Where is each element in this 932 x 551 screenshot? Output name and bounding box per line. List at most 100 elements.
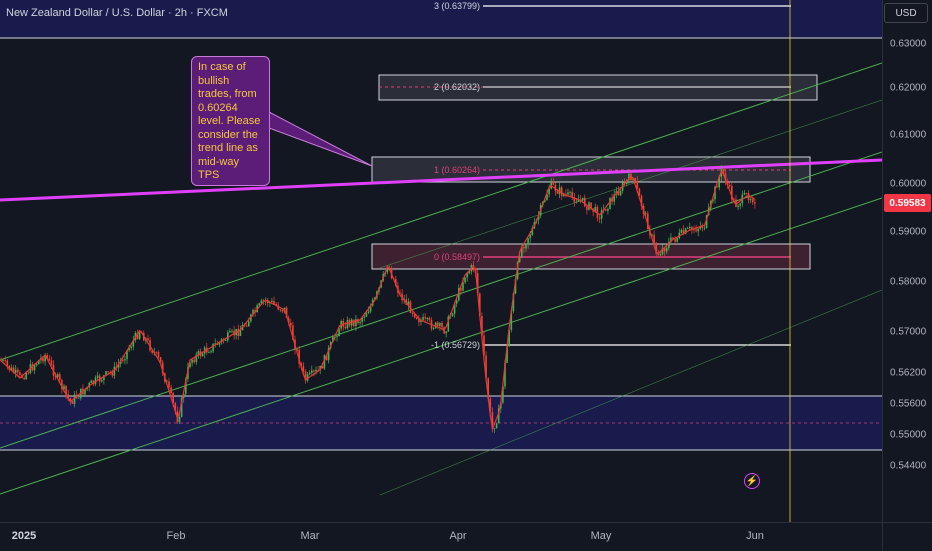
candle-body <box>2 360 4 362</box>
candle-body <box>527 238 529 245</box>
candle-body <box>451 313 454 316</box>
candle-body <box>581 197 584 201</box>
candle-body <box>359 321 361 324</box>
annotation-callout[interactable]: In case of bullish trades, from 0.60264 … <box>191 56 270 186</box>
candle-body <box>122 360 124 361</box>
candle-body <box>355 319 357 327</box>
candle-body <box>111 372 114 376</box>
last-price-badge: 0.59583 <box>884 194 931 212</box>
candle-body <box>313 370 315 372</box>
currency-button[interactable]: USD <box>884 3 928 23</box>
candle-body <box>344 326 347 329</box>
price-label: 0.59000 <box>890 226 927 238</box>
candle-body <box>586 206 588 210</box>
candle-body <box>523 246 525 249</box>
price-label: 0.55600 <box>890 398 927 410</box>
channel-lower-inner <box>379 289 882 496</box>
candle-body <box>178 416 181 422</box>
candle-body <box>743 193 746 195</box>
candle-body <box>170 387 172 394</box>
candle-body <box>752 199 754 203</box>
fib-label-2: 2 (0.62032) <box>433 82 480 92</box>
fib-label-1: 1 (0.60264) <box>433 165 480 175</box>
candle-body <box>680 229 683 233</box>
candle-body <box>290 322 292 326</box>
chart-area[interactable]: New Zealand Dollar / U.S. Dollar · 2h · … <box>0 0 882 522</box>
candle-body <box>607 208 609 211</box>
candle-body <box>6 360 9 366</box>
candle-body <box>634 178 636 181</box>
candle-body <box>598 217 601 219</box>
fib-label-3: 3 (0.63799) <box>433 1 480 11</box>
callout-pointer <box>268 111 373 167</box>
candle-body <box>33 365 36 371</box>
candle-body <box>363 316 366 318</box>
price-scale[interactable]: 0.63000 0.62000 0.61000 0.60000 0.59000 … <box>882 0 932 522</box>
candle-body <box>14 369 17 373</box>
candle-body <box>386 270 389 273</box>
candle-body <box>426 317 429 319</box>
candle-body <box>754 202 756 204</box>
candle-body <box>130 346 132 348</box>
candle-body <box>439 322 441 327</box>
candle-body <box>25 372 27 380</box>
price-label: 0.56200 <box>890 367 927 379</box>
candle-body <box>428 317 431 320</box>
candle-body <box>674 239 676 242</box>
candle-body <box>659 254 662 256</box>
price-label: 0.63000 <box>890 38 927 50</box>
candle-body <box>569 191 571 193</box>
time-scale[interactable]: 2025 Feb Mar Apr May Jun <box>0 522 882 551</box>
candle-body <box>346 319 349 329</box>
scale-corner <box>882 522 932 551</box>
candle-body <box>90 380 93 383</box>
candle-body <box>571 191 573 198</box>
price-label: 0.61000 <box>890 129 927 141</box>
candle-body <box>258 303 261 306</box>
candle-body <box>697 228 699 232</box>
channel-upper-inner <box>379 99 882 269</box>
candle-body <box>416 317 418 319</box>
candle-body <box>695 229 697 232</box>
fib-label-0: 0 (0.58497) <box>433 252 480 262</box>
candle-body <box>281 309 284 312</box>
candle-body <box>191 359 193 363</box>
candle-body <box>124 359 126 361</box>
candle-body <box>107 371 109 373</box>
candle-body <box>441 322 443 328</box>
candle-body <box>493 428 496 429</box>
candle-body <box>168 381 170 388</box>
candle-body <box>279 309 282 311</box>
candle-body <box>529 234 531 239</box>
candle-body <box>308 372 311 375</box>
candle-body <box>437 322 439 327</box>
candle-body <box>434 322 437 329</box>
candle-body <box>201 353 204 357</box>
candle-body <box>575 201 578 203</box>
time-label: Jun <box>746 530 764 542</box>
candle-body <box>749 199 752 201</box>
candle-body <box>42 357 44 362</box>
time-label: Mar <box>300 530 320 542</box>
candle-body <box>77 397 80 399</box>
candle-body <box>432 328 435 329</box>
candle-body <box>23 377 25 380</box>
candle-body <box>315 370 317 372</box>
candle-body <box>445 331 447 334</box>
lightning-icon[interactable]: ⚡ <box>744 473 760 489</box>
candle-body <box>367 311 370 314</box>
time-label: 2025 <box>11 530 37 542</box>
candle-body <box>210 351 212 353</box>
candle-body <box>227 332 229 341</box>
candle-body <box>567 192 569 195</box>
candle-body <box>703 227 706 229</box>
candle-body <box>212 343 214 352</box>
candle-body <box>693 229 695 231</box>
candle-body <box>193 359 195 363</box>
time-label: Feb <box>166 530 186 542</box>
candle-body <box>636 180 639 189</box>
candle-body <box>35 364 38 366</box>
candle-body <box>550 181 552 189</box>
candle-body <box>689 226 691 229</box>
price-label: 0.60000 <box>890 178 927 190</box>
